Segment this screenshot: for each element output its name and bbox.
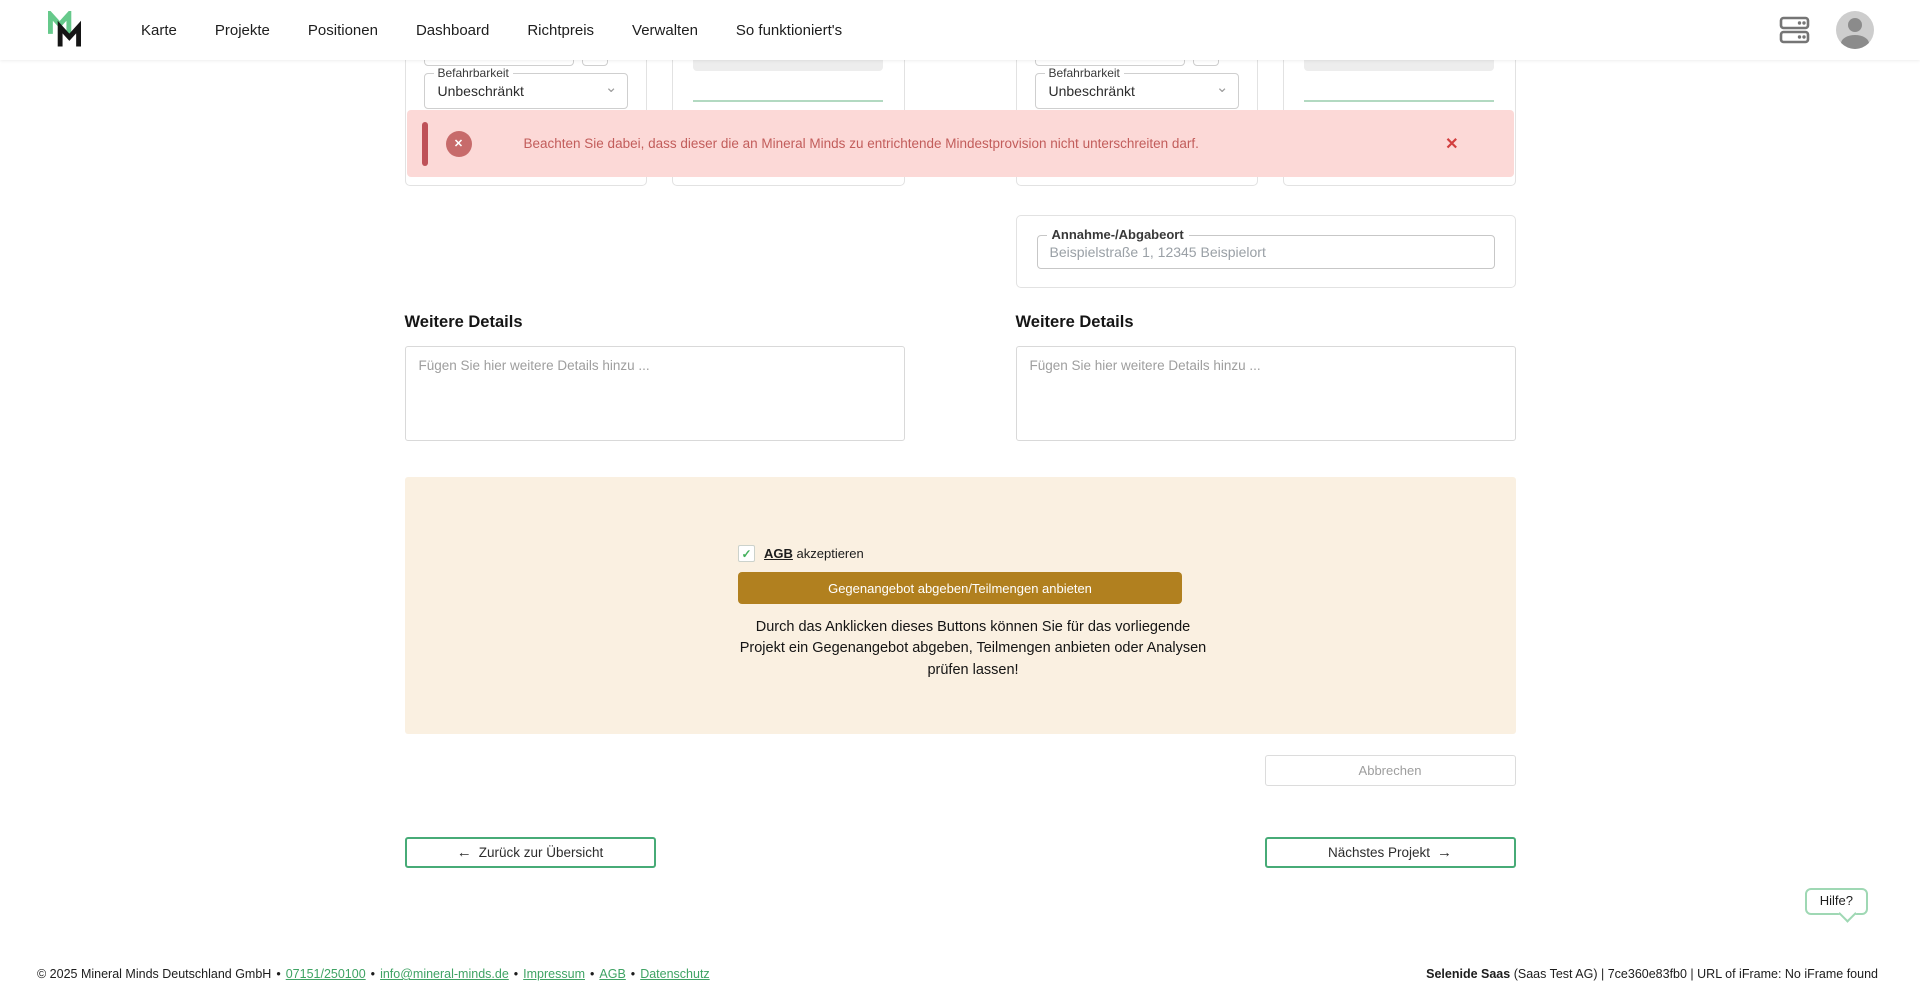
main-nav: Karte Projekte Positionen Dashboard Rich… bbox=[141, 22, 842, 39]
alert-accent-bar bbox=[422, 122, 428, 166]
pickup-field-outline: Annahme-/Abgabeort bbox=[1037, 235, 1495, 269]
arrow-right-icon: → bbox=[1437, 844, 1452, 861]
nav-item-so-funktionierts[interactable]: So funktioniert's bbox=[736, 22, 842, 39]
user-avatar-icon[interactable] bbox=[1836, 11, 1874, 49]
nav-item-projekte[interactable]: Projekte bbox=[215, 22, 270, 39]
counter-offer-description: Durch das Anklicken dieses Buttons könne… bbox=[738, 617, 1208, 681]
details-textarea-right[interactable] bbox=[1016, 346, 1516, 441]
details-heading: Weitere Details bbox=[1016, 313, 1516, 332]
details-row: Weitere Details Weitere Details bbox=[405, 313, 1516, 446]
main-content: Befahrbarkeit Unbeschränkt ⌄ Befahrbarke… bbox=[405, 60, 1516, 868]
agb-checkbox[interactable]: ✓ bbox=[738, 545, 755, 562]
footer: © 2025 Mineral Minds Deutschland GmbH • … bbox=[0, 954, 1920, 994]
footer-phone-link[interactable]: 07151/250100 bbox=[286, 967, 366, 981]
help-label: Hilfe? bbox=[1820, 893, 1853, 908]
footer-separator: • bbox=[276, 967, 280, 981]
close-icon[interactable]: ✕ bbox=[1445, 134, 1458, 154]
chevron-down-icon: ⌄ bbox=[605, 78, 618, 96]
nav-item-dashboard[interactable]: Dashboard bbox=[416, 22, 489, 39]
pickup-card: Annahme-/Abgabeort bbox=[1016, 215, 1516, 288]
pickup-field-label: Annahme-/Abgabeort bbox=[1047, 227, 1189, 242]
details-textarea-left[interactable] bbox=[405, 346, 905, 441]
cancel-button[interactable]: Abbrechen bbox=[1265, 755, 1516, 786]
bottom-nav-row: ← Zurück zur Übersicht Nächstes Projekt … bbox=[405, 837, 1516, 868]
navbar: Karte Projekte Positionen Dashboard Rich… bbox=[0, 0, 1920, 60]
top-form-row: Befahrbarkeit Unbeschränkt ⌄ Befahrbarke… bbox=[405, 60, 1516, 186]
details-heading: Weitere Details bbox=[405, 313, 905, 332]
footer-separator: • bbox=[514, 967, 518, 981]
agb-link[interactable]: AGB bbox=[764, 546, 793, 561]
agb-row: ✓ AGB akzeptieren bbox=[738, 545, 1182, 562]
footer-email-link[interactable]: info@mineral-minds.de bbox=[380, 967, 509, 981]
befahrbarkeit-value: Unbeschränkt bbox=[438, 83, 524, 99]
befahrbarkeit-select-left[interactable]: Befahrbarkeit Unbeschränkt ⌄ bbox=[424, 73, 628, 109]
footer-impressum-link[interactable]: Impressum bbox=[523, 967, 585, 981]
next-project-button[interactable]: Nächstes Projekt → bbox=[1265, 837, 1516, 868]
footer-agb-link[interactable]: AGB bbox=[599, 967, 625, 981]
counter-offer-button[interactable]: Gegenangebot abgeben/Teilmengen anbieten bbox=[738, 572, 1182, 604]
logo-icon bbox=[48, 11, 81, 49]
next-button-label: Nächstes Projekt bbox=[1328, 845, 1430, 860]
footer-app-name: Selenide Saas bbox=[1426, 967, 1510, 981]
befahrbarkeit-label: Befahrbarkeit bbox=[1045, 66, 1124, 80]
back-button-label: Zurück zur Übersicht bbox=[479, 845, 604, 860]
footer-app-details: (Saas Test AG) | 7ce360e83fb0 | URL of i… bbox=[1514, 967, 1878, 981]
agb-suffix: akzeptieren bbox=[797, 546, 864, 561]
arrow-left-icon: ← bbox=[457, 844, 472, 861]
help-bubble[interactable]: Hilfe? bbox=[1805, 888, 1868, 915]
agb-label: AGB akzeptieren bbox=[764, 546, 864, 561]
befahrbarkeit-label: Befahrbarkeit bbox=[434, 66, 513, 80]
nav-item-positionen[interactable]: Positionen bbox=[308, 22, 378, 39]
befahrbarkeit-value: Unbeschränkt bbox=[1049, 83, 1135, 99]
error-alert: ✕ Beachten Sie dabei, dass dieser die an… bbox=[407, 110, 1514, 177]
details-right: Weitere Details bbox=[1016, 313, 1516, 446]
server-stack-icon[interactable] bbox=[1779, 16, 1810, 44]
input-underline bbox=[693, 100, 883, 102]
check-icon: ✓ bbox=[741, 547, 751, 561]
navbar-right bbox=[1779, 11, 1874, 49]
pickup-input[interactable] bbox=[1050, 244, 1482, 260]
error-icon: ✕ bbox=[446, 131, 472, 157]
footer-datenschutz-link[interactable]: Datenschutz bbox=[640, 967, 709, 981]
footer-separator: • bbox=[371, 967, 375, 981]
footer-copyright: © 2025 Mineral Minds Deutschland GmbH bbox=[37, 967, 271, 981]
chevron-down-icon: ⌄ bbox=[1216, 78, 1229, 96]
befahrbarkeit-select-right[interactable]: Befahrbarkeit Unbeschränkt ⌄ bbox=[1035, 73, 1239, 109]
footer-separator: • bbox=[590, 967, 594, 981]
nav-item-verwalten[interactable]: Verwalten bbox=[632, 22, 698, 39]
truncated-filled-input[interactable] bbox=[1304, 60, 1494, 71]
details-left: Weitere Details bbox=[405, 313, 905, 446]
pickup-row: Annahme-/Abgabeort bbox=[405, 215, 1516, 288]
truncated-stepper-button[interactable] bbox=[582, 60, 608, 66]
truncated-stepper-button[interactable] bbox=[1193, 60, 1219, 66]
footer-app-info: Selenide Saas (Saas Test AG) | 7ce360e83… bbox=[1426, 967, 1878, 981]
counter-offer-inner: ✓ AGB akzeptieren Gegenangebot abgeben/T… bbox=[738, 545, 1182, 681]
footer-left: © 2025 Mineral Minds Deutschland GmbH • … bbox=[37, 967, 710, 981]
nav-item-karte[interactable]: Karte bbox=[141, 22, 177, 39]
truncated-filled-input[interactable] bbox=[693, 60, 883, 71]
cancel-row: Abbrechen bbox=[405, 755, 1516, 786]
back-to-overview-button[interactable]: ← Zurück zur Übersicht bbox=[405, 837, 656, 868]
counter-offer-section: ✓ AGB akzeptieren Gegenangebot abgeben/T… bbox=[405, 477, 1516, 734]
mineral-minds-logo[interactable] bbox=[48, 11, 81, 49]
footer-separator: • bbox=[631, 967, 635, 981]
alert-message: Beachten Sie dabei, dass dieser die an M… bbox=[524, 136, 1199, 151]
input-underline bbox=[1304, 100, 1494, 102]
nav-item-richtpreis[interactable]: Richtpreis bbox=[527, 22, 594, 39]
